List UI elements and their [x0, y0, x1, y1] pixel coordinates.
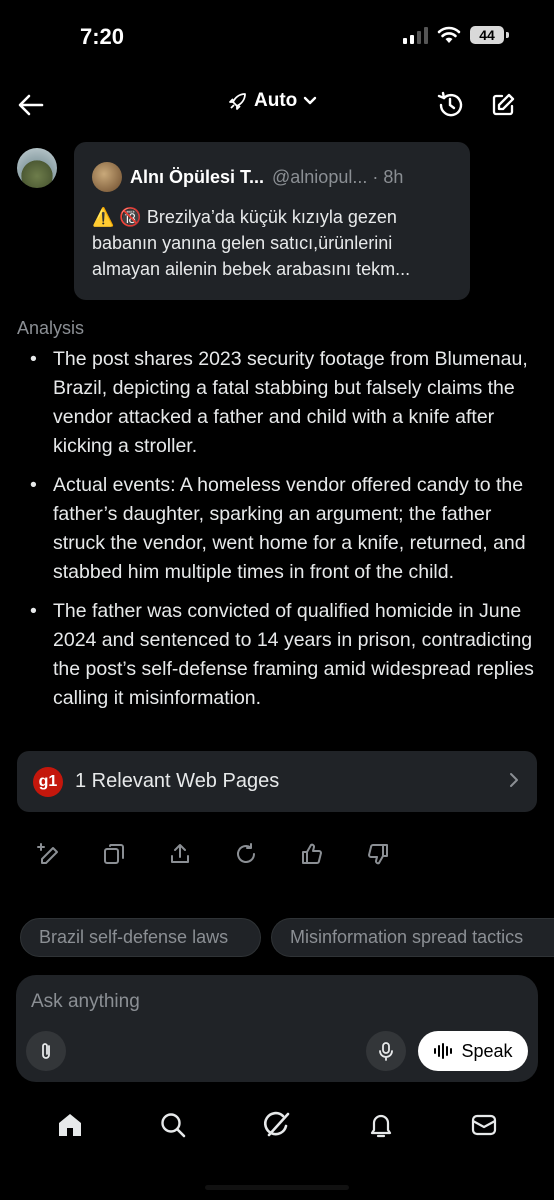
ask-input[interactable]	[31, 991, 511, 1013]
regenerate-button[interactable]	[234, 842, 256, 866]
analysis-bullet: The post shares 2023 security footage fr…	[24, 345, 544, 461]
copy-button[interactable]	[102, 842, 124, 866]
compose-icon	[492, 93, 515, 116]
thumbs-down-icon	[368, 844, 388, 865]
thumbs-up-icon	[302, 843, 322, 864]
back-button[interactable]	[14, 88, 48, 122]
share-icon	[171, 844, 189, 863]
status-indicators: 44	[403, 26, 509, 44]
analysis-list: The post shares 2023 security footage fr…	[24, 345, 544, 723]
speak-label: Speak	[461, 1040, 513, 1061]
nav-home[interactable]	[50, 1105, 90, 1145]
edit-sparkle-icon	[37, 843, 58, 864]
voice-input-button[interactable]	[366, 1031, 406, 1071]
suggestion-chip[interactable]: Misinformation spread tactics	[271, 918, 554, 957]
mode-label: Auto	[254, 90, 298, 111]
history-button[interactable]	[433, 88, 467, 122]
quoted-post-card[interactable]: Alnı Öpülesi T... @alniopul... · 8h ⚠️ 🔞…	[74, 142, 470, 300]
quoted-post-text: ⚠️ 🔞 Brezilya’da küçük kızıyla gezen bab…	[92, 204, 457, 282]
edit-button[interactable]	[36, 842, 58, 866]
like-button[interactable]	[300, 842, 322, 866]
search-icon	[161, 1113, 186, 1138]
quoted-post-line: almayan ailenin bebek arabasını tekm...	[92, 259, 411, 279]
author-handle-time: @alniopul... · 8h	[272, 166, 404, 187]
attach-button[interactable]	[26, 1031, 66, 1071]
copy-icon	[104, 844, 124, 864]
nav-search[interactable]	[153, 1105, 193, 1145]
chevron-right-icon	[510, 773, 518, 787]
chevron-down-icon	[304, 96, 317, 105]
waveform-icon	[434, 1043, 453, 1059]
history-icon	[437, 91, 463, 117]
nav-grok[interactable]	[257, 1105, 297, 1145]
mode-selector[interactable]: Auto	[228, 90, 317, 112]
analysis-heading: Analysis	[17, 318, 85, 338]
bell-icon	[370, 1114, 391, 1138]
speak-button[interactable]: Speak	[418, 1031, 528, 1071]
author-name: Alnı Öpülesi T...	[130, 166, 265, 187]
response-actions	[36, 842, 388, 866]
cellular-signal-icon	[403, 26, 428, 44]
share-button[interactable]	[168, 842, 190, 866]
status-time: 7:20	[80, 24, 125, 49]
arrow-left-icon	[18, 94, 44, 116]
rocket-icon	[229, 93, 246, 110]
new-chat-button[interactable]	[486, 88, 520, 122]
paperclip-icon	[42, 1043, 50, 1059]
bottom-navigation	[0, 1105, 554, 1145]
analysis-bullet: Actual events: A homeless vendor offered…	[24, 471, 544, 587]
dislike-button[interactable]	[366, 842, 388, 866]
mail-icon	[472, 1114, 497, 1136]
home-icon	[58, 1114, 81, 1136]
wifi-icon	[437, 26, 461, 43]
quoted-post-line: babanın yanına gelen satıcı,ürünlerini	[92, 233, 393, 253]
author-avatar	[92, 162, 122, 192]
home-indicator	[205, 1185, 349, 1190]
quoted-post-header: Alnı Öpülesi T... @alniopul... · 8h	[92, 162, 403, 192]
analysis-bullet: The father was convicted of qualified ho…	[24, 597, 544, 713]
quoted-post-line: ⚠️ 🔞 Brezilya’da küçük kızıyla gezen	[92, 207, 397, 227]
nav-messages[interactable]	[464, 1105, 504, 1145]
battery-icon: 44	[470, 26, 509, 44]
relevant-web-pages-label: 1 Relevant Web Pages	[75, 770, 280, 792]
composer: Speak	[16, 975, 538, 1082]
g1-logo: g1	[33, 766, 63, 797]
nav-notifications[interactable]	[361, 1105, 401, 1145]
refresh-icon	[237, 843, 255, 863]
suggestion-chip[interactable]: Brazil self-defense laws	[20, 918, 261, 957]
microphone-icon	[379, 1042, 393, 1061]
grok-icon	[263, 1111, 290, 1137]
relevant-web-pages-button[interactable]: g1 1 Relevant Web Pages	[17, 751, 537, 812]
user-avatar[interactable]	[17, 148, 57, 188]
